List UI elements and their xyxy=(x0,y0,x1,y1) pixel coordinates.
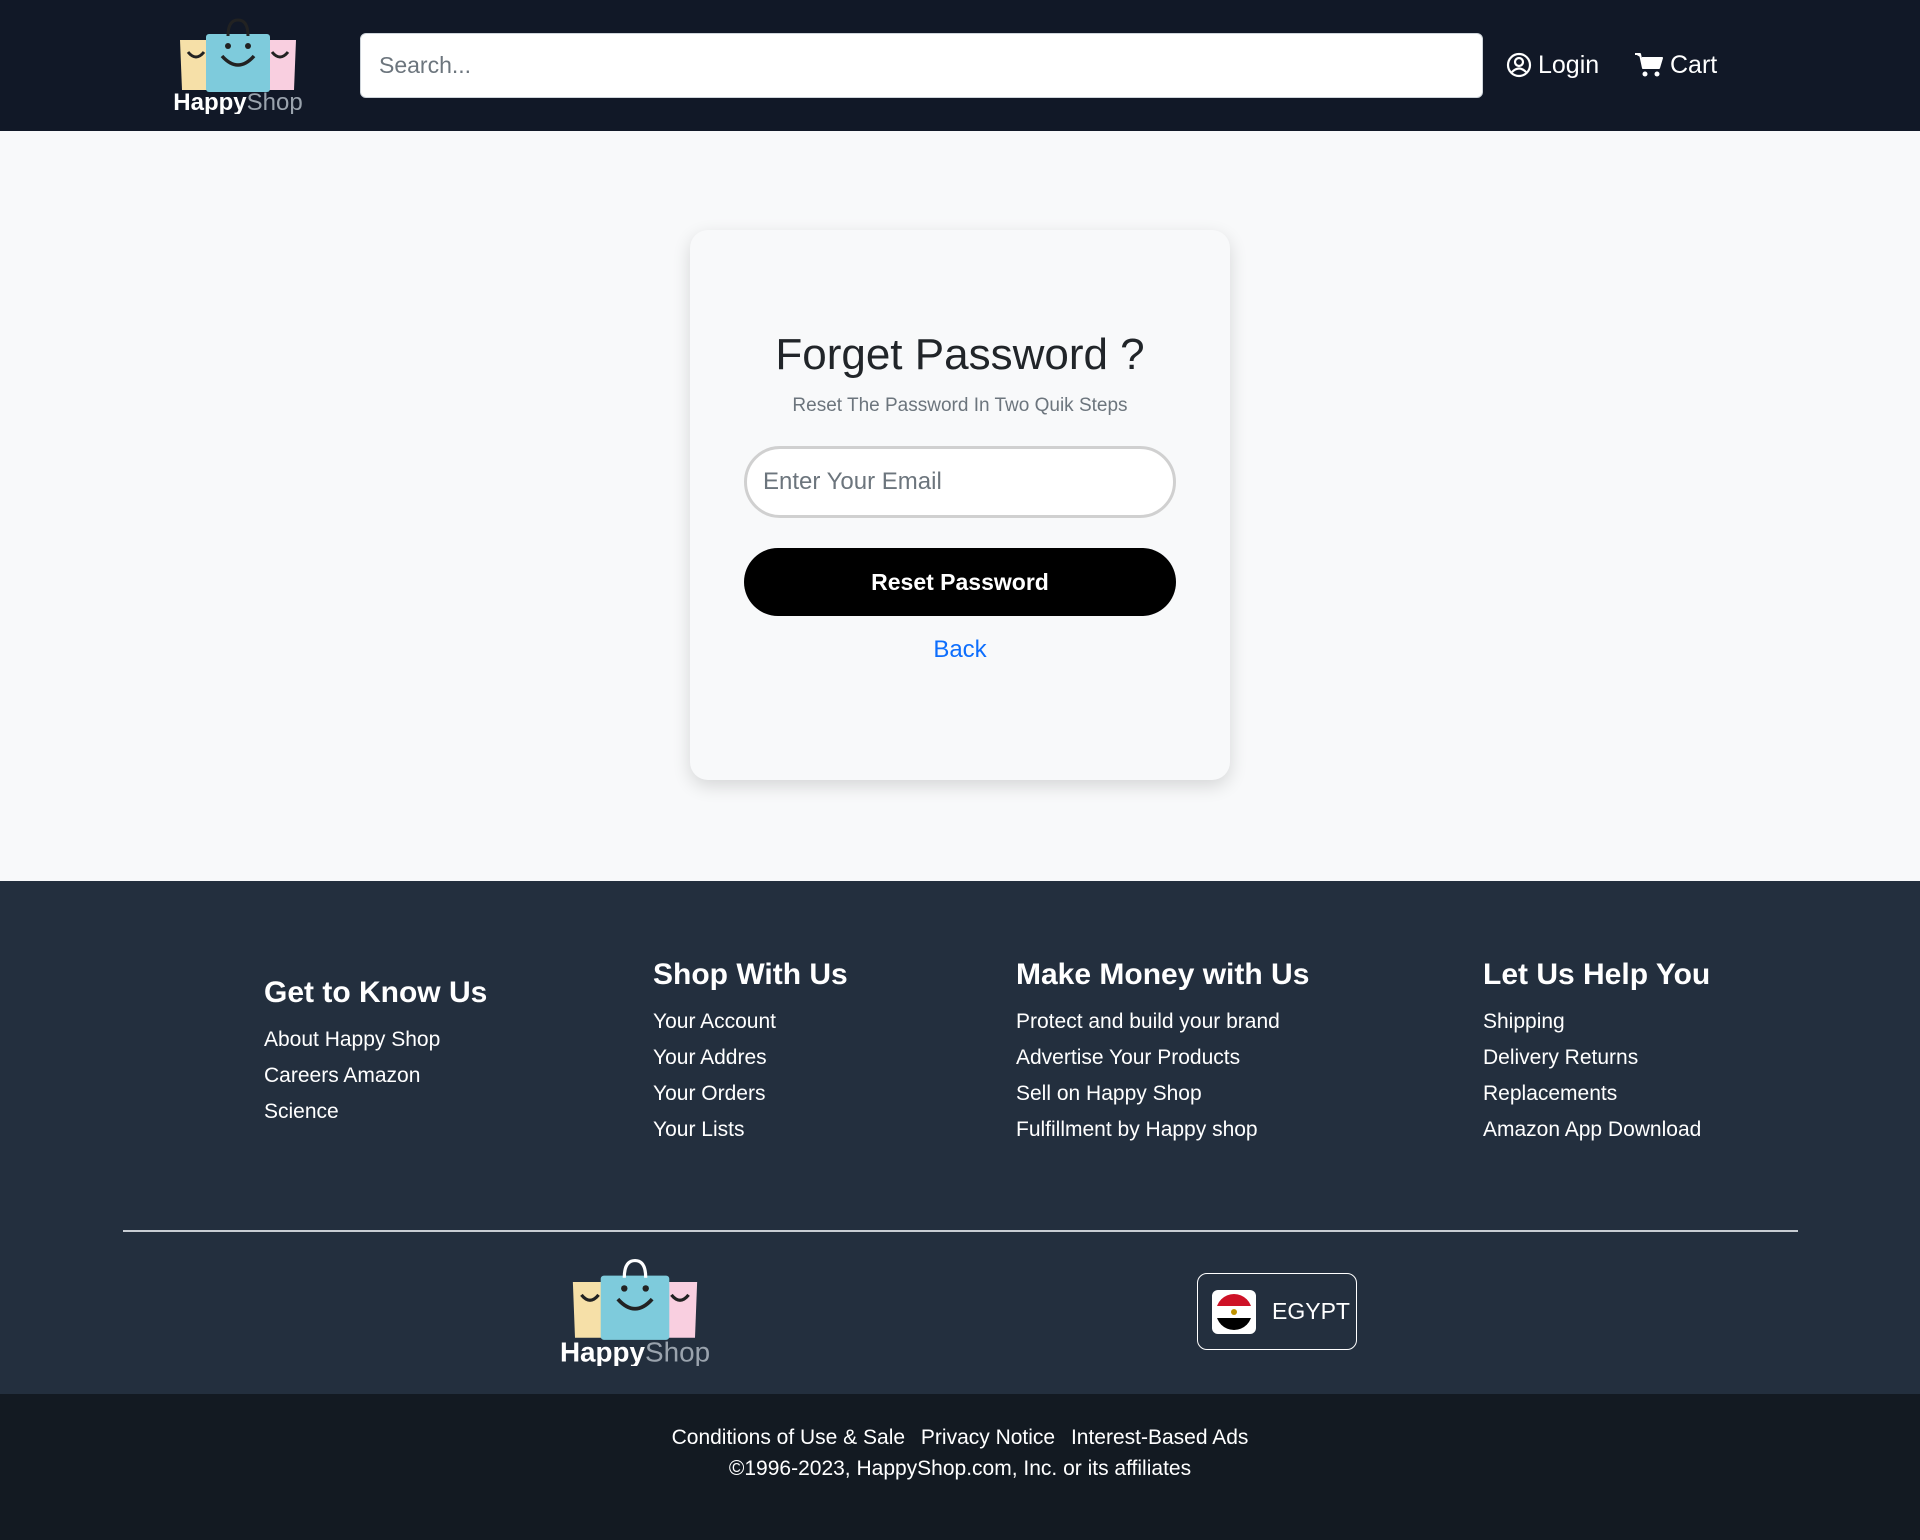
footer-link[interactable]: Amazon App Download xyxy=(1483,1112,1710,1148)
country-label: EGYPT xyxy=(1272,1298,1350,1324)
footer-column-get-to-know-us: Get to Know Us About Happy Shop Careers … xyxy=(264,976,487,1130)
footer-logo[interactable]: HappyShop xyxy=(560,1258,710,1366)
login-label: Login xyxy=(1538,50,1600,79)
copyright-text: ©1996-2023, HappyShop.com, Inc. or its a… xyxy=(728,1457,1192,1480)
logo-bags-icon xyxy=(572,1258,698,1340)
footer-link[interactable]: Science xyxy=(264,1094,487,1130)
footer-link[interactable]: Your Addres xyxy=(653,1040,848,1076)
svg-text:HappyShop: HappyShop xyxy=(560,1336,710,1366)
footer-column-title: Shop With Us xyxy=(653,958,848,991)
footer-link[interactable]: Careers Amazon xyxy=(264,1058,487,1094)
footer-link[interactable]: Your Orders xyxy=(653,1076,848,1112)
interest-ads-link[interactable]: Interest-Based Ads xyxy=(1071,1426,1248,1449)
footer-column-shop-with-us: Shop With Us Your Account Your Addres Yo… xyxy=(653,958,848,1148)
footer-link[interactable]: Shipping xyxy=(1483,1004,1710,1040)
search-input[interactable] xyxy=(360,33,1483,98)
page-subtitle: Reset The Password In Two Quik Steps xyxy=(792,395,1128,416)
login-link[interactable]: Login xyxy=(1506,48,1599,82)
footer-link[interactable]: Protect and build your brand xyxy=(1016,1004,1309,1040)
svg-text:HappyShop: HappyShop xyxy=(173,89,302,114)
privacy-link[interactable]: Privacy Notice xyxy=(921,1426,1055,1449)
logo-bags-icon xyxy=(180,18,296,92)
footer-link[interactable]: About Happy Shop xyxy=(264,1022,487,1058)
footer-link[interactable]: Your Account xyxy=(653,1004,848,1040)
happy-shop-logo[interactable]: HappyShop xyxy=(168,18,308,114)
footer-link[interactable]: Fulfillment by Happy shop xyxy=(1016,1112,1309,1148)
country-selector[interactable]: EGYPT xyxy=(1197,1273,1357,1350)
cart-label: Cart xyxy=(1670,50,1718,79)
back-link-row: Back xyxy=(0,636,1920,664)
shopping-cart-icon xyxy=(1635,53,1663,77)
site-header: HappyShop Login Cart xyxy=(0,0,1920,131)
footer-column-make-money: Make Money with Us Protect and build you… xyxy=(1016,958,1309,1148)
legal-links: Conditions of Use & Sale Privacy Notice … xyxy=(0,1426,1920,1450)
egypt-flag-icon xyxy=(1212,1289,1256,1334)
conditions-link[interactable]: Conditions of Use & Sale xyxy=(672,1426,905,1449)
back-link[interactable]: Back xyxy=(933,636,986,663)
footer-column-title: Get to Know Us xyxy=(264,976,488,1009)
page-title: Forget Password ? xyxy=(775,330,1145,379)
email-field[interactable] xyxy=(744,446,1176,518)
footer-column-help: Let Us Help You Shipping Delivery Return… xyxy=(1483,958,1710,1148)
footer-link[interactable]: Your Lists xyxy=(653,1112,848,1148)
user-circle-icon xyxy=(1506,52,1532,78)
footer-link[interactable]: Advertise Your Products xyxy=(1016,1040,1309,1076)
footer-divider xyxy=(123,1230,1798,1232)
footer-link[interactable]: Delivery Returns xyxy=(1483,1040,1710,1076)
footer-column-title: Make Money with Us xyxy=(1016,958,1310,991)
cart-link[interactable]: Cart xyxy=(1634,48,1717,82)
footer-link[interactable]: Sell on Happy Shop xyxy=(1016,1076,1309,1112)
footer-link[interactable]: Replacements xyxy=(1483,1076,1710,1112)
footer-column-title: Let Us Help You xyxy=(1483,958,1711,991)
reset-password-button[interactable]: Reset Password xyxy=(744,548,1176,616)
